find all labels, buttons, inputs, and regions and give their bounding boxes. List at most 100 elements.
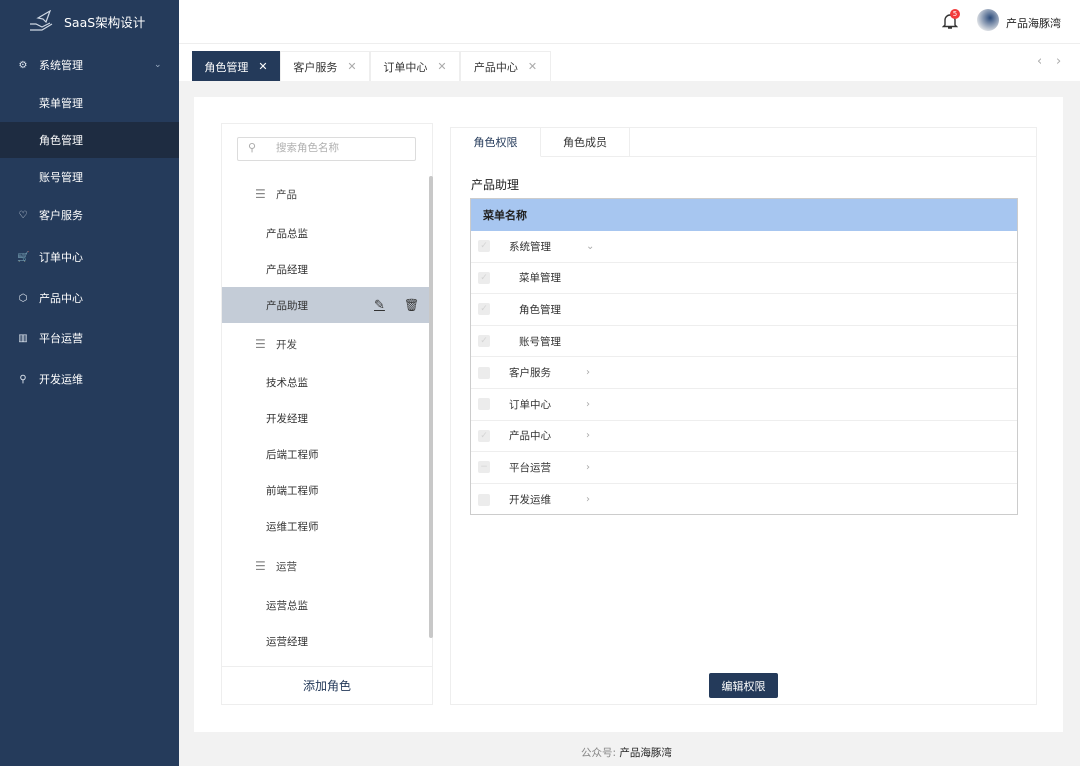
search-icon: ⚲ xyxy=(248,141,256,154)
sidebar-item-label: 系统管理 xyxy=(39,57,83,73)
bar-chart-icon: ▥ xyxy=(17,333,29,344)
sidebar-item-label: 账号管理 xyxy=(39,169,83,185)
box-icon: ⬡ xyxy=(17,293,29,304)
footer-prefix: 公众号: xyxy=(581,747,616,759)
role-item[interactable]: 运维工程师 xyxy=(222,508,432,544)
table-row: 客户服务› xyxy=(471,357,1017,389)
sidebar-item-1[interactable]: 菜单管理 xyxy=(0,85,179,121)
sidebar: SaaS架构设计 ⚙系统管理⌄ 菜单管理角色管理账号管理 ♡客户服务 🛒订单中心 ⬡ 产品… xyxy=(0,0,179,766)
footer: 公众号: 产品海豚湾 xyxy=(581,745,672,760)
checkbox[interactable]: ✓ xyxy=(478,303,490,315)
table-row: 开发运维 › xyxy=(471,484,1017,516)
tab-role-members[interactable]: 角色成员 xyxy=(541,128,630,157)
tab-0[interactable]: 角色管理✕ xyxy=(192,51,280,81)
sidebar-item-2[interactable]: 角色管理 xyxy=(0,122,179,158)
role-label: 产品经理 xyxy=(266,262,308,277)
role-item[interactable]: 产品总监 xyxy=(222,215,432,251)
tabs-prev-icon[interactable]: ‹ xyxy=(1037,54,1042,69)
role-group[interactable]: ☰开发 xyxy=(222,326,432,362)
role-item[interactable]: 开发经理 xyxy=(222,400,432,436)
chevron-right-icon[interactable]: › xyxy=(586,430,590,441)
role-item[interactable]: 运营总监 xyxy=(222,587,432,623)
chevron-right-icon[interactable]: › xyxy=(586,367,590,378)
role-search[interactable]: ⚲ xyxy=(237,137,416,161)
edit-icon[interactable]: ✎ xyxy=(374,298,385,313)
notification-bell[interactable]: 5 xyxy=(942,12,958,32)
checkbox[interactable] xyxy=(478,494,490,506)
app-title: SaaS架构设计 xyxy=(64,12,145,31)
sidebar-item-7[interactable]: ▥平台运营 xyxy=(0,320,179,356)
role-item[interactable]: 后端工程师 xyxy=(222,436,432,472)
table-row: ✓ 菜单管理 xyxy=(471,263,1017,295)
notification-badge: 5 xyxy=(950,9,960,19)
sidebar-item-4[interactable]: ♡客户服务 xyxy=(0,197,179,233)
sidebar-item-8[interactable]: ⚲ 开发运维 xyxy=(0,361,179,397)
role-label: 开发经理 xyxy=(266,411,308,426)
sidebar-item-0[interactable]: ⚙系统管理⌄ xyxy=(0,47,179,83)
role-group[interactable]: ☰产品 xyxy=(222,176,432,212)
role-item[interactable]: 产品助理 ✎ 🗑 xyxy=(222,287,432,323)
checkbox[interactable]: ✓ xyxy=(478,430,490,442)
menu-icon: ☰ xyxy=(255,559,266,573)
close-icon[interactable]: ✕ xyxy=(528,60,537,73)
menu-icon: ☰ xyxy=(255,187,266,201)
role-item[interactable]: 技术总监 xyxy=(222,364,432,400)
logo: SaaS架构设计 xyxy=(28,10,145,32)
role-item[interactable]: 前端工程师 xyxy=(222,472,432,508)
tab-label: 客户服务 xyxy=(293,59,337,75)
sidebar-item-5[interactable]: 🛒订单中心 xyxy=(0,239,179,275)
table-row: ✓ 系统管理 ⌄ xyxy=(471,231,1017,263)
edit-permissions-button[interactable]: 编辑权限 xyxy=(709,673,778,698)
scrollbar[interactable] xyxy=(429,176,433,638)
checkbox[interactable]: ✓ xyxy=(478,272,490,284)
table-row: ✓账号管理 xyxy=(471,326,1017,358)
role-item[interactable]: 运营经理 xyxy=(222,623,432,659)
tab-role-permissions[interactable]: 角色权限 xyxy=(451,128,541,157)
role-label: 后端工程师 xyxy=(266,447,319,462)
sidebar-item-label: 角色管理 xyxy=(39,132,83,148)
checkbox[interactable]: ✓ xyxy=(478,240,490,252)
chevron-right-icon[interactable]: › xyxy=(586,399,590,410)
checkbox[interactable]: ✓ xyxy=(478,335,490,347)
delete-icon[interactable]: 🗑 xyxy=(404,298,419,312)
user-name[interactable]: 产品海豚湾 xyxy=(1006,15,1061,31)
close-icon[interactable]: ✕ xyxy=(437,60,446,73)
checkbox[interactable]: − xyxy=(478,461,490,473)
sidebar-item-label: 菜单管理 xyxy=(39,95,83,111)
sidebar-item-label: 开发运维 xyxy=(39,371,83,387)
sidebar-item-6[interactable]: ⬡ 产品中心 xyxy=(0,280,179,316)
wrench-icon: ⚲ xyxy=(17,374,29,385)
role-label: 运维工程师 xyxy=(266,519,319,534)
role-label: 开发 xyxy=(276,337,297,352)
tab-2[interactable]: 订单中心✕ xyxy=(370,51,460,81)
sidebar-item-3[interactable]: 账号管理 xyxy=(0,159,179,195)
role-search-input[interactable] xyxy=(276,142,406,154)
role-label: 前端工程师 xyxy=(266,483,319,498)
table-row: ✓产品中心› xyxy=(471,421,1017,453)
tab-3[interactable]: 产品中心✕ xyxy=(460,51,551,81)
sidebar-item-label: 产品中心 xyxy=(39,290,83,306)
tabs-next-icon[interactable]: › xyxy=(1056,54,1061,69)
close-icon[interactable]: ✕ xyxy=(258,60,267,73)
role-label: 技术总监 xyxy=(266,375,308,390)
table-header: 菜单名称 xyxy=(471,199,1017,231)
menu-name: 平台运营 xyxy=(509,460,551,475)
role-item[interactable]: 产品经理 xyxy=(222,251,432,287)
close-icon[interactable]: ✕ xyxy=(347,60,356,73)
avatar[interactable] xyxy=(977,9,999,31)
role-label: 产品助理 xyxy=(266,298,308,313)
role-title: 产品助理 xyxy=(471,176,519,193)
chevron-right-icon[interactable]: › xyxy=(586,494,590,505)
checkbox[interactable] xyxy=(478,367,490,379)
chevron-right-icon[interactable]: › xyxy=(586,462,590,473)
menu-name: 开发运维 xyxy=(509,492,551,507)
menu-name: 系统管理 xyxy=(509,239,551,254)
tab-1[interactable]: 客户服务 ✕ xyxy=(280,51,370,81)
menu-name: 菜单管理 xyxy=(519,270,561,285)
permission-table: 菜单名称 ✓系统管理⌄✓菜单管理✓角色管理✓账号管理客户服务›订单中心›✓产品中… xyxy=(470,198,1018,515)
checkbox[interactable] xyxy=(478,398,490,410)
role-group[interactable]: ☰运营 xyxy=(222,548,432,584)
chevron-down-icon[interactable]: ⌄ xyxy=(586,241,594,252)
add-role-button[interactable]: 添加角色 xyxy=(222,666,432,704)
logo-icon xyxy=(28,10,54,32)
